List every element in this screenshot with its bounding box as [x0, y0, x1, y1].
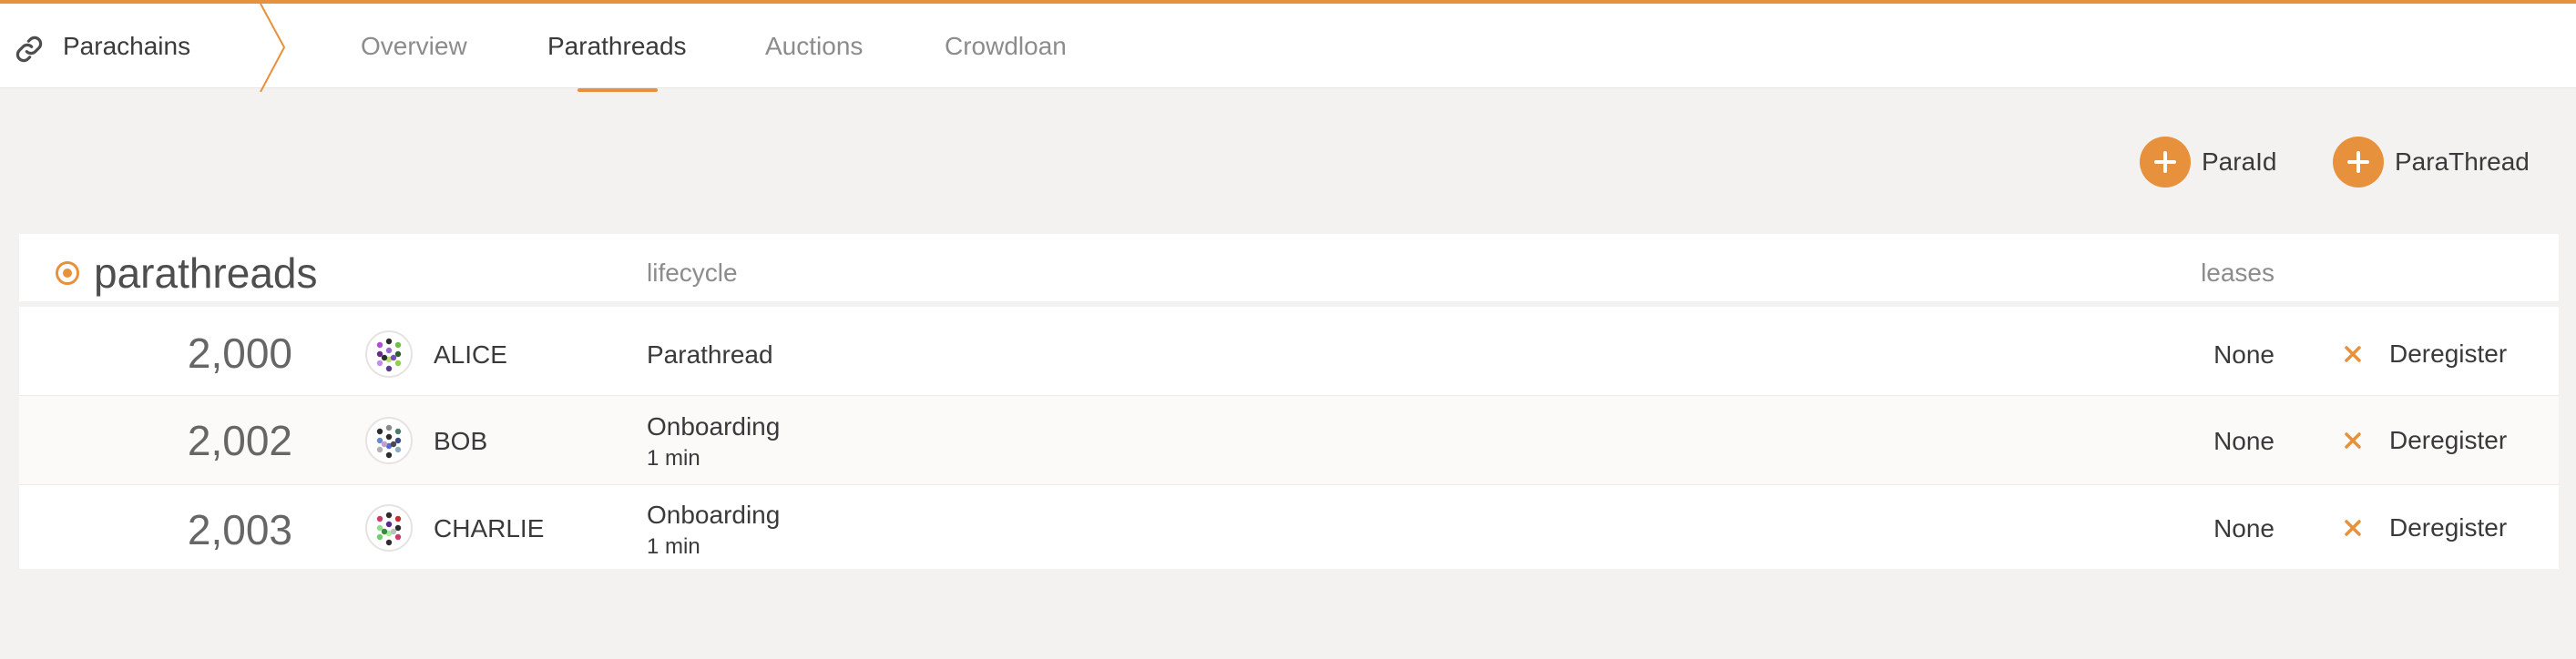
lifecycle-eta: 1 min: [647, 534, 700, 559]
paraid-label: ParaId: [2202, 147, 2277, 176]
lifecycle-status: Onboarding: [647, 501, 781, 529]
top-navigation-bar: Parachains Overview Parathreads Auctions…: [0, 0, 2576, 92]
table-row: 2,002 BOB Onboarding 1 min None Deregist…: [19, 396, 2559, 485]
deregister-button[interactable]: Deregister: [2342, 340, 2507, 369]
tab-crowdloan[interactable]: Crowdloan: [945, 32, 1067, 61]
breadcrumb-chevron: [260, 4, 286, 92]
deregister-label: Deregister: [2389, 426, 2508, 454]
lifecycle-status: Parathread: [647, 340, 773, 369]
table-row: 2,000 ALICE Parathread None Deregister: [19, 312, 2559, 396]
deregister-button[interactable]: Deregister: [2342, 513, 2507, 542]
add-parathread-button[interactable]: ParaThread: [2333, 136, 2530, 188]
tab-auctions[interactable]: Auctions: [765, 32, 863, 61]
close-icon: [2345, 432, 2361, 449]
add-paraid-button[interactable]: ParaId: [2140, 136, 2277, 188]
column-header-leases: leases: [2201, 259, 2274, 287]
para-id: 2,002: [187, 417, 292, 464]
leases-value: None: [2213, 427, 2274, 455]
account-name: BOB: [434, 427, 488, 455]
status-dot-icon: [56, 261, 79, 285]
link-icon: [15, 35, 43, 63]
tab-overview[interactable]: Overview: [361, 32, 467, 61]
deregister-label: Deregister: [2389, 340, 2508, 368]
section-label: Parachains: [63, 32, 191, 60]
leases-value: None: [2213, 514, 2274, 542]
identicon-avatar: [365, 417, 413, 464]
account-name: CHARLIE: [434, 514, 545, 542]
close-icon: [2345, 346, 2361, 362]
tab-parathreads[interactable]: Parathreads: [547, 32, 687, 61]
section-title: Parachains: [0, 4, 284, 88]
para-id: 2,000: [187, 330, 292, 377]
table-row: 2,003 CHARLIE Onboarding 1 min None Dere…: [19, 485, 2559, 569]
plus-icon: [2333, 137, 2384, 188]
plus-icon: [2140, 137, 2191, 188]
identicon-avatar: [365, 504, 413, 552]
parathreads-table: parathreads lifecycle leases 2,000 ALICE…: [19, 234, 2559, 569]
parathread-label: ParaThread: [2395, 147, 2530, 176]
identicon-avatar: [365, 330, 413, 378]
leases-value: None: [2213, 340, 2274, 369]
column-header-lifecycle: lifecycle: [647, 259, 738, 287]
lifecycle-status: Onboarding: [647, 412, 781, 441]
para-id: 2,003: [187, 506, 292, 553]
lifecycle-eta: 1 min: [647, 446, 700, 471]
deregister-button[interactable]: Deregister: [2342, 426, 2507, 455]
active-tab-indicator: [578, 88, 658, 92]
deregister-label: Deregister: [2389, 513, 2508, 542]
table-header: parathreads lifecycle leases: [19, 234, 2559, 307]
account-name: ALICE: [434, 340, 507, 369]
table-title: parathreads: [94, 249, 318, 297]
close-icon: [2345, 520, 2361, 536]
